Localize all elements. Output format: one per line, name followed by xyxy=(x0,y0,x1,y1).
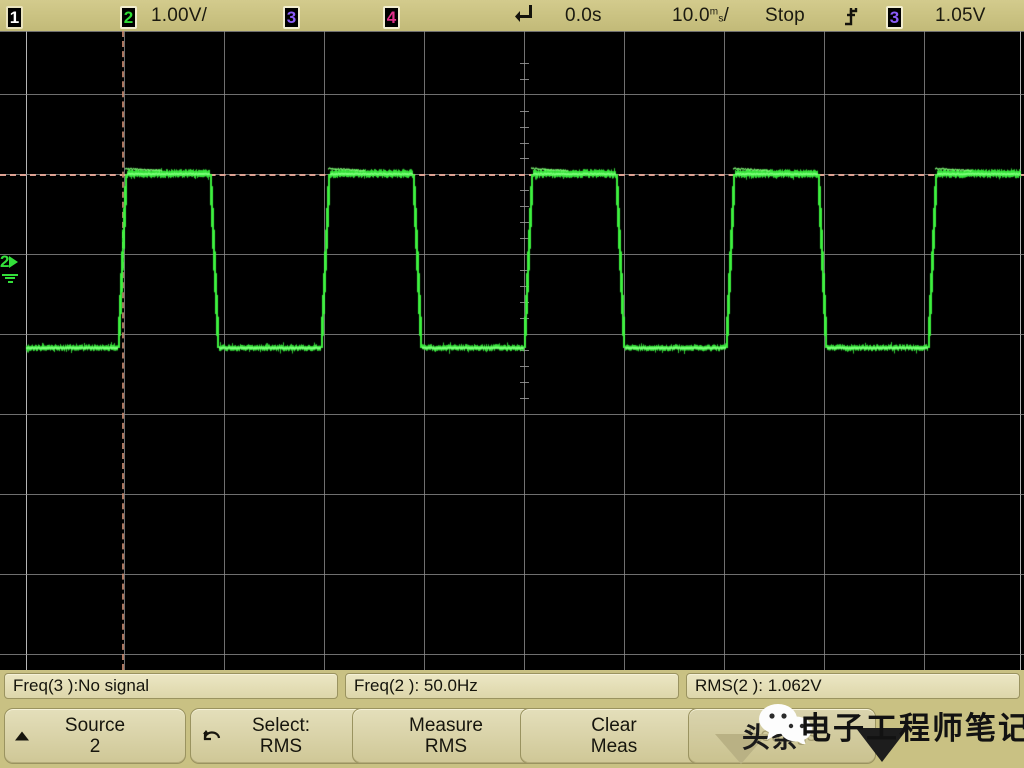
run-state[interactable]: Stop xyxy=(765,0,805,31)
delay-value[interactable]: 0.0s xyxy=(565,0,602,31)
waveform-display[interactable]: 2 xyxy=(0,31,1024,670)
softkey-select-value: RMS xyxy=(260,736,302,757)
trigger-source-indicator[interactable]: 3 xyxy=(886,0,903,31)
trigger-level-value[interactable]: 1.05V xyxy=(935,0,986,31)
channel-2-trace xyxy=(0,31,1024,670)
softkey-measure-label: Measure xyxy=(409,715,483,736)
softkey-source-value: 2 xyxy=(90,736,101,757)
measurement-freq-ch2[interactable]: Freq(2 ): 50.0Hz xyxy=(345,673,679,699)
trigger-position-icon xyxy=(513,2,537,28)
softkey-clear-value: Meas xyxy=(591,736,637,757)
measurement-freq-ch3[interactable]: Freq(3 ):No signal xyxy=(4,673,338,699)
measurement-bar: Freq(3 ):No signal Freq(2 ): 50.0Hz RMS(… xyxy=(0,670,1024,703)
trigger-slope-icon[interactable] xyxy=(843,0,861,31)
trigger-source-value[interactable]: 3 xyxy=(886,6,903,29)
channel-1-button[interactable]: 1 xyxy=(6,0,23,31)
channel-4-button[interactable]: 4 xyxy=(383,0,400,31)
softkey-source[interactable]: Source 2 xyxy=(4,708,186,764)
timebase-value[interactable]: 10.0ms/ xyxy=(672,0,729,31)
channel-2-button[interactable]: 2 xyxy=(120,0,137,31)
softkey-clear-label: Clear xyxy=(591,715,636,736)
oscilloscope-screen: 1 2 1.00V/ 3 4 0.0s 10.0ms/ Stop xyxy=(0,0,1024,768)
channel-4-indicator[interactable]: 4 xyxy=(383,6,400,29)
down-arrow-decoration-left xyxy=(715,734,767,764)
entry-knob-icon xyxy=(201,727,223,745)
softkey-bar: Source 2 Select: RMS Measure RMS Clear M… xyxy=(0,706,1024,768)
channel-3-button[interactable]: 3 xyxy=(283,0,300,31)
triangle-up-icon xyxy=(15,732,29,741)
status-bar: 1 2 1.00V/ 3 4 0.0s 10.0ms/ Stop xyxy=(0,0,1024,32)
softkey-select-label: Select: xyxy=(252,715,310,736)
channel-3-indicator[interactable]: 3 xyxy=(283,6,300,29)
channel-1-indicator[interactable]: 1 xyxy=(6,6,23,29)
channel-2-indicator[interactable]: 2 xyxy=(120,6,137,29)
channel-2-scale[interactable]: 1.00V/ xyxy=(151,0,207,31)
softkey-source-label: Source xyxy=(65,715,125,736)
down-arrow-decoration-right xyxy=(856,728,908,762)
measurement-rms-ch2[interactable]: RMS(2 ): 1.062V xyxy=(686,673,1020,699)
softkey-clear-meas[interactable]: Clear Meas xyxy=(520,708,708,764)
softkey-select[interactable]: Select: RMS xyxy=(190,708,372,764)
softkey-measure[interactable]: Measure RMS xyxy=(352,708,540,764)
softkey-measure-value: RMS xyxy=(425,736,467,757)
